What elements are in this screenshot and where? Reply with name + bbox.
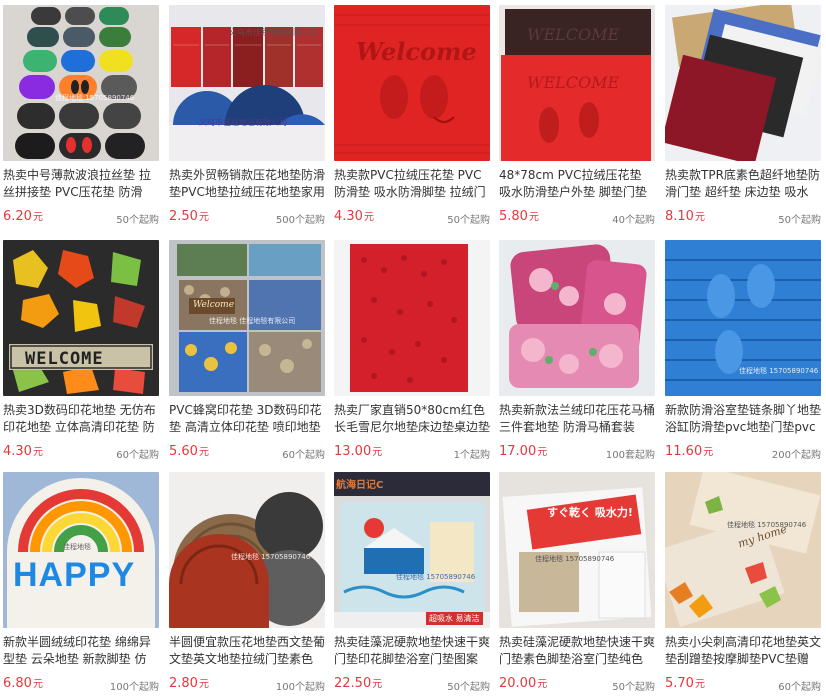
product-title[interactable]: 热卖3D数码印花地垫 无仿布印花地垫 立体高清印花垫 防	[3, 402, 159, 436]
image-watermark: 佳程地毯 佳程地毯有限公司	[209, 317, 296, 325]
product-title[interactable]: 热卖款TPR底素色超纤地垫防滑门垫 超纤垫 床边垫 吸水	[665, 167, 821, 201]
mat-welcome-text: Welcome	[356, 37, 477, 66]
product-image[interactable]: 佳程地毯 15705890746	[3, 5, 159, 161]
product-price: 5.70元	[665, 676, 705, 691]
product-card[interactable]: 热卖新款法兰绒印花压花马桶三件套地垫 防滑马桶套装 17.00元 100套起购	[499, 240, 655, 465]
min-order-quantity: 50个起购	[778, 215, 821, 226]
product-card[interactable]: 佳程地毯 15705890746 半圆便宜款压花地垫西文垫葡文垫英文地垫拉绒门垫…	[169, 472, 325, 697]
image-watermark: 佳程地毯 15705890746	[535, 555, 615, 563]
package-text: すぐ乾く 吸水力!	[547, 506, 633, 519]
product-title[interactable]: 热卖硅藻泥硬款地垫快速干爽门垫印花脚垫浴室门垫图案	[334, 634, 490, 668]
min-order-quantity: 1个起购	[453, 450, 490, 461]
product-image[interactable]: 佳程地毯 15705890746	[665, 240, 821, 396]
product-card[interactable]: 佳程地毯 15705890746 热卖中号薄款波浪拉丝垫 拉丝拼接垫 PVC压花…	[3, 5, 159, 230]
product-image[interactable]: 航海日记C 超吸水 易清洁 佳程地毯 15705890746	[334, 472, 490, 628]
product-image[interactable]: my home 佳程地毯 15705890746	[665, 472, 821, 628]
min-order-quantity: 200个起购	[771, 450, 821, 461]
product-price: 5.60元	[169, 444, 209, 459]
product-image[interactable]: Welcome 佳程地毯 佳程地毯有限公司	[169, 240, 325, 396]
product-title[interactable]: 热卖硅藻泥硬款地垫快速干爽门垫素色脚垫浴室门垫纯色	[499, 634, 655, 668]
mat-welcome-text-2: WELCOME	[527, 73, 620, 92]
product-title[interactable]: 热卖新款法兰绒印花压花马桶三件套地垫 防滑马桶套装	[499, 402, 655, 436]
product-card[interactable]: WELCOME 热卖3D数码印花地垫 无仿布印花地垫 立体高清印花垫 防 4.3…	[3, 240, 159, 465]
product-title[interactable]: 热卖中号薄款波浪拉丝垫 拉丝拼接垫 PVC压花垫 防滑	[3, 167, 159, 201]
product-title[interactable]: PVC蜂窝印花垫 3D数码印花垫 高清立体印花垫 喷印地垫	[169, 402, 325, 436]
product-card[interactable]: 热卖款TPR底素色超纤地垫防滑门垫 超纤垫 床边垫 吸水 8.10元 50个起购	[665, 5, 821, 230]
product-price: 4.30元	[334, 209, 374, 224]
min-order-quantity: 100个起购	[109, 682, 159, 693]
mat-happy-text: HAPPY	[13, 556, 136, 594]
product-card[interactable]: WELCOME WELCOME 48*78cm PVC拉绒压花垫 吸水防滑垫户外…	[499, 5, 655, 230]
product-card[interactable]: Welcome 佳程地毯 佳程地毯有限公司 PVC蜂窝印花垫 3D数码印花垫 高…	[169, 240, 325, 465]
image-watermark: 佳程地毯	[63, 543, 91, 551]
brand-banner: 航海日记C	[336, 480, 384, 491]
product-title[interactable]: 48*78cm PVC拉绒压花垫 吸水防滑垫户外垫 脚垫门垫	[499, 167, 655, 201]
product-card[interactable]: すぐ乾く 吸水力! 佳程地毯 15705890746 热卖硅藻泥硬款地垫快速干爽…	[499, 472, 655, 697]
product-title[interactable]: 半圆便宜款压花地垫西文垫葡文垫英文地垫拉绒门垫素色	[169, 634, 325, 668]
mat-welcome-text: Welcome	[193, 300, 235, 310]
product-price: 20.00元	[499, 676, 548, 691]
min-order-quantity: 50个起购	[447, 215, 490, 226]
product-image[interactable]: 佳程地毯 15705890746	[169, 472, 325, 628]
product-price: 2.80元	[169, 676, 209, 691]
min-order-quantity: 50个起购	[447, 682, 490, 693]
product-price: 8.10元	[665, 209, 705, 224]
product-price: 2.50元	[169, 209, 209, 224]
product-title[interactable]: 热卖外贸畅销款压花地垫防滑垫PVC地垫拉绒压花地垫家用	[169, 167, 325, 201]
product-grid: 佳程地毯 15705890746 热卖中号薄款波浪拉丝垫 拉丝拼接垫 PVC压花…	[0, 0, 826, 693]
product-image[interactable]: Welcome	[334, 5, 490, 161]
product-image[interactable]: HAPPY 佳程地毯	[3, 472, 159, 628]
min-order-quantity: 60个起购	[282, 450, 325, 461]
image-watermark: 佳程地毯 15705890746	[727, 521, 807, 529]
min-order-quantity: 40个起购	[612, 215, 655, 226]
product-title[interactable]: 热卖厂家直销50*80cm红色长毛雪尼尔地垫床边垫桌边垫	[334, 402, 490, 436]
product-price: 22.50元	[334, 676, 383, 691]
image-watermark: 佳程地毯 15705890746	[739, 367, 819, 375]
product-title[interactable]: 新款防滑浴室垫链条脚丫地垫浴缸防滑垫pvc地垫门垫pvc	[665, 402, 821, 436]
product-price: 11.60元	[665, 444, 714, 459]
image-watermark-top: 义乌市佳程地毯有限公司	[229, 28, 317, 37]
min-order-quantity: 100套起购	[605, 450, 655, 461]
feature-badge: 超吸水 易清洁	[426, 612, 483, 625]
product-price: 6.80元	[3, 676, 43, 691]
product-image[interactable]	[499, 240, 655, 396]
product-image[interactable]	[334, 240, 490, 396]
min-order-quantity: 50个起购	[116, 215, 159, 226]
image-watermark: 佳程地毯 15705890746	[231, 553, 311, 561]
product-image[interactable]	[665, 5, 821, 161]
product-title[interactable]: 热卖款PVC拉绒压花垫 PVC防滑垫 吸水防滑脚垫 拉绒门	[334, 167, 490, 201]
min-order-quantity: 500个起购	[275, 215, 325, 226]
product-title[interactable]: 热卖小尖刺高清印花地垫英文垫刮蹭垫按摩脚垫PVC垫赠	[665, 634, 821, 668]
image-watermark: 佳程地毯 15705890746	[55, 94, 135, 102]
mat-welcome-text: WELCOME	[25, 349, 104, 369]
product-card[interactable]: my home 佳程地毯 15705890746 热卖小尖刺高清印花地垫英文垫刮…	[665, 472, 821, 697]
product-image[interactable]: すぐ乾く 吸水力! 佳程地毯 15705890746	[499, 472, 655, 628]
product-price: 6.20元	[3, 209, 43, 224]
min-order-quantity: 100个起购	[275, 682, 325, 693]
product-card[interactable]: 航海日记C 超吸水 易清洁 佳程地毯 15705890746 热卖硅藻泥硬款地垫…	[334, 472, 490, 697]
product-price: 13.00元	[334, 444, 383, 459]
min-order-quantity: 60个起购	[778, 682, 821, 693]
product-image[interactable]: 义乌市佳程地毯有限公司 义乌市佳程地毯有限公司	[169, 5, 325, 161]
product-card[interactable]: 佳程地毯 15705890746 新款防滑浴室垫链条脚丫地垫浴缸防滑垫pvc地垫…	[665, 240, 821, 465]
image-watermark: 佳程地毯 15705890746	[396, 573, 476, 581]
min-order-quantity: 50个起购	[612, 682, 655, 693]
product-title[interactable]: 新款半圆绒绒印花垫 绵绵异型垫 云朵地垫 新款脚垫 仿	[3, 634, 159, 668]
product-card[interactable]: 义乌市佳程地毯有限公司 义乌市佳程地毯有限公司 热卖外贸畅销款压花地垫防滑垫PV…	[169, 5, 325, 230]
mat-welcome-text: WELCOME	[527, 25, 620, 44]
product-card[interactable]: HAPPY 佳程地毯 新款半圆绒绒印花垫 绵绵异型垫 云朵地垫 新款脚垫 仿 6…	[3, 472, 159, 697]
product-price: 17.00元	[499, 444, 548, 459]
min-order-quantity: 60个起购	[116, 450, 159, 461]
product-price: 5.80元	[499, 209, 539, 224]
image-watermark: 义乌市佳程地毯有限公司	[199, 118, 287, 127]
product-image[interactable]: WELCOME WELCOME	[499, 5, 655, 161]
product-price: 4.30元	[3, 444, 43, 459]
product-card[interactable]: 热卖厂家直销50*80cm红色长毛雪尼尔地垫床边垫桌边垫 13.00元 1个起购	[334, 240, 490, 465]
product-image[interactable]: WELCOME	[3, 240, 159, 396]
product-card[interactable]: Welcome 热卖款PVC拉绒压花垫 PVC防滑垫 吸水防滑脚垫 拉绒门 4.…	[334, 5, 490, 230]
